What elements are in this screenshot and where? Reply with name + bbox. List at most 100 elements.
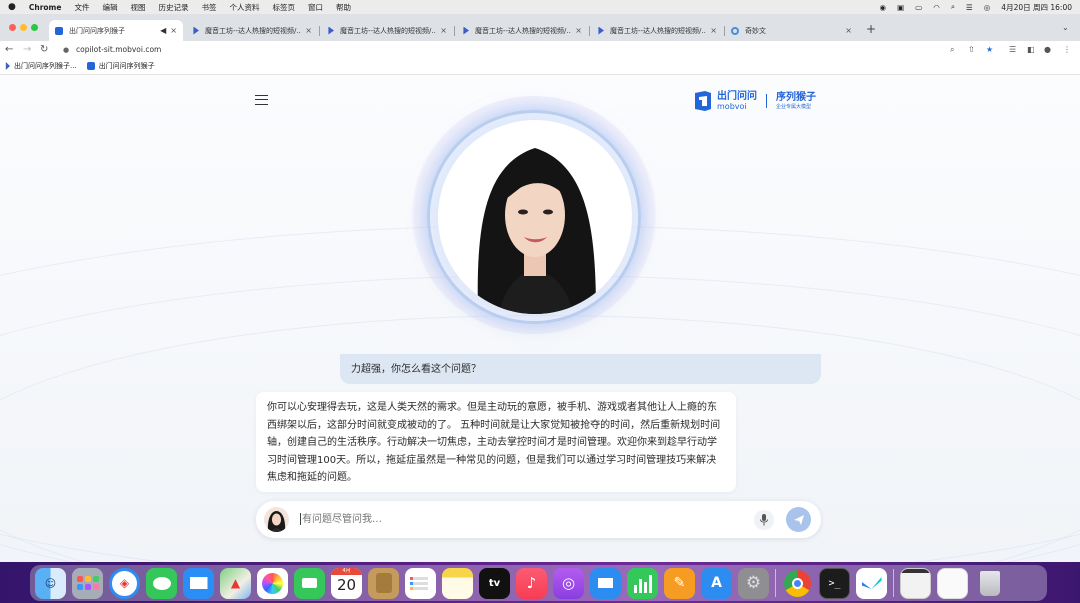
logo-divider <box>766 94 767 108</box>
bookmark-item[interactable]: 出门问问序列猴子... <box>4 61 77 71</box>
launchpad-icon[interactable] <box>72 567 103 599</box>
chat-input[interactable] <box>302 510 682 528</box>
brand-logo[interactable]: 出门问问 mobvoi 序列猴子 企业专属大模型 <box>693 88 816 114</box>
tab[interactable]: 奇妙文 × <box>725 20 858 41</box>
photos-icon[interactable] <box>257 567 288 599</box>
address-field[interactable]: copilot-sit.mobvoi.com <box>76 45 161 54</box>
finder-icon[interactable]: ☺ <box>35 567 66 599</box>
screen-icon[interactable]: ▣ <box>897 3 904 12</box>
new-tab-button[interactable]: + <box>866 22 876 36</box>
close-tab-icon[interactable]: × <box>170 26 177 35</box>
zoom-window-button[interactable] <box>31 24 38 31</box>
mail-icon[interactable] <box>183 567 214 599</box>
close-window-button[interactable] <box>9 24 16 31</box>
app-store-icon[interactable]: A <box>701 567 732 599</box>
tv-label: tv <box>488 577 501 589</box>
menu-window[interactable]: 窗口 <box>308 2 323 13</box>
bookmarks-bar: 出门问问序列猴子... 出门问问序列猴子 <box>0 58 1080 75</box>
calendar-icon[interactable]: 4月 20 <box>331 567 362 599</box>
menu-history[interactable]: 历史记录 <box>158 2 188 13</box>
share-icon[interactable]: ⇧ <box>968 45 975 54</box>
more-menu-icon[interactable]: ⋮ <box>1063 45 1071 54</box>
terminal-icon[interactable]: >_ <box>819 567 850 599</box>
chrome-icon[interactable] <box>782 568 813 599</box>
tab-strip: 出门问问序列猴子 ◀ × 魔音工坊--达人热搜的短视频/... × 魔音工坊--… <box>0 14 1080 41</box>
apple-icon[interactable]: ● <box>8 2 16 12</box>
digital-human-avatar <box>438 120 632 314</box>
reading-list-icon[interactable]: ☰ <box>1009 45 1016 54</box>
recent-window-thumbnail[interactable] <box>900 567 931 599</box>
menu-bookmarks[interactable]: 书签 <box>201 2 216 13</box>
menu-hamburger-icon[interactable] <box>255 95 268 105</box>
recent-document-thumbnail[interactable] <box>937 567 968 599</box>
battery-icon[interactable]: ▭ <box>915 3 922 12</box>
menu-help[interactable]: 帮助 <box>336 2 351 13</box>
close-tab-icon[interactable]: × <box>305 26 312 35</box>
mobvoi-favicon-icon <box>55 26 63 35</box>
control-center-icon[interactable]: ☰ <box>966 3 973 12</box>
side-panel-icon[interactable]: ◧ <box>1027 45 1035 54</box>
assistant-answer-text: 你可以心安理得去玩，这是人类天然的需求。但是主动玩的意愿，被手机、游戏或者其他让… <box>267 402 721 483</box>
profile-icon[interactable]: ● <box>1044 45 1051 54</box>
record-icon[interactable]: ◉ <box>880 3 887 12</box>
trash-icon[interactable] <box>974 568 1005 599</box>
back-button[interactable]: ← <box>5 44 13 55</box>
forward-button[interactable]: → <box>23 44 31 55</box>
pages-icon[interactable]: ✎ <box>664 567 695 599</box>
safari-icon[interactable]: ◈ <box>109 567 140 599</box>
bookmark-label: 出门问问序列猴子... <box>14 62 77 70</box>
system-settings-icon[interactable]: ⚙ <box>738 567 769 599</box>
close-tab-icon[interactable]: × <box>575 26 582 35</box>
mobvoi-favicon-icon <box>86 62 95 70</box>
tab[interactable]: 魔音工坊--达人热搜的短视频/... × <box>320 20 453 41</box>
close-tab-icon[interactable]: × <box>710 26 717 35</box>
feishu-icon[interactable] <box>856 567 887 599</box>
reminders-icon[interactable] <box>405 567 436 599</box>
moyin-favicon-icon <box>328 26 334 35</box>
maps-icon[interactable]: ▲ <box>220 567 251 599</box>
facetime-icon[interactable] <box>294 567 325 599</box>
bookmark-item[interactable]: 出门问问序列猴子 <box>86 61 155 71</box>
dock-separator <box>893 569 894 597</box>
user-question-text: 力超强，你怎么看这个问题？ <box>351 364 481 375</box>
reload-button[interactable]: ↻ <box>40 44 48 55</box>
assistant-answer-bubble: 你可以心安理得去玩，这是人类天然的需求。但是主动玩的意愿，被手机、游戏或者其他让… <box>256 392 736 492</box>
notes-icon[interactable] <box>442 567 473 599</box>
keynote-icon[interactable] <box>590 567 621 599</box>
siri-icon[interactable]: ◎ <box>984 3 991 12</box>
menu-profile[interactable]: 个人资料 <box>229 2 259 13</box>
menu-clock[interactable]: 4月20日 周四 16:00 <box>1001 2 1072 13</box>
tab-active[interactable]: 出门问问序列猴子 ◀ × <box>49 20 183 41</box>
tab-title: 魔音工坊--达人热搜的短视频/... <box>340 26 437 35</box>
minimize-window-button[interactable] <box>20 24 27 31</box>
messages-icon[interactable] <box>146 567 177 599</box>
assistant-avatar[interactable] <box>264 507 289 532</box>
podcasts-icon[interactable]: ◎ <box>553 567 584 599</box>
tab-title: 魔音工坊--达人热搜的短视频/... <box>610 26 707 35</box>
menu-tabs[interactable]: 标签页 <box>272 2 295 13</box>
menu-view[interactable]: 视图 <box>130 2 145 13</box>
zoom-icon[interactable]: ⌕ <box>950 45 954 55</box>
menu-file[interactable]: 文件 <box>74 2 89 13</box>
audio-icon[interactable]: ◀ <box>160 26 166 35</box>
search-icon[interactable]: ⌕ <box>951 2 955 12</box>
close-tab-icon[interactable]: × <box>845 26 852 35</box>
tab[interactable]: 魔音工坊--达人热搜的短视频/... × <box>185 20 318 41</box>
product-tagline: 企业专属大模型 <box>776 103 812 110</box>
tab[interactable]: 魔音工坊--达人热搜的短视频/... × <box>455 20 588 41</box>
menu-app-name[interactable]: Chrome <box>29 3 62 12</box>
tab-search-icon[interactable]: ⌄ <box>1062 23 1069 32</box>
tab-title: 出门问问序列猴子 <box>69 26 125 35</box>
apple-tv-icon[interactable]: tv <box>479 567 510 599</box>
music-icon[interactable]: ♪ <box>516 567 547 599</box>
wifi-icon[interactable]: ◠ <box>933 3 940 12</box>
numbers-icon[interactable] <box>627 567 658 599</box>
tab[interactable]: 魔音工坊--达人热搜的短视频/... × <box>590 20 723 41</box>
send-button[interactable] <box>786 507 811 532</box>
menu-edit[interactable]: 编辑 <box>102 2 117 13</box>
close-tab-icon[interactable]: × <box>440 26 447 35</box>
moyin-favicon-icon <box>463 26 469 35</box>
microphone-button[interactable] <box>754 510 774 530</box>
bookmark-star-icon[interactable]: ★ <box>986 45 993 54</box>
contacts-icon[interactable] <box>368 567 399 599</box>
